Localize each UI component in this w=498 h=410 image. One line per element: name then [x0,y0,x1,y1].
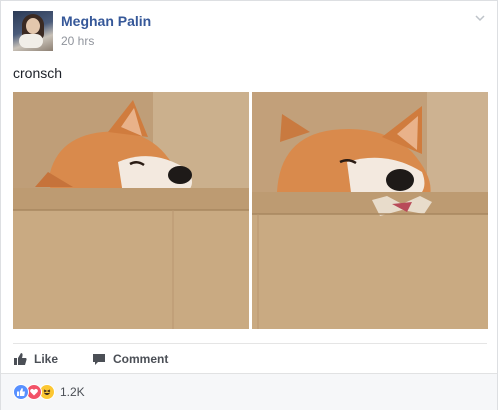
post-header: Meghan Palin 20 hrs [13,11,487,53]
like-icon [13,384,29,400]
comment-bubble-icon [93,354,105,365]
reaction-count: 1.2K [60,385,85,399]
reactions-footer: 1.2K [1,373,497,410]
post-card: Meghan Palin 20 hrs cronsch Like Comment… [0,0,498,410]
post-photo-1[interactable] [13,92,249,329]
post-text: cronsch [13,65,63,81]
avatar[interactable] [13,11,53,51]
comment-label: Comment [113,352,169,366]
post-options-chevron-icon[interactable] [473,11,487,25]
thumbs-up-icon [14,353,27,365]
post-actions-bar: Like Comment [13,343,487,371]
comment-button[interactable]: Comment [92,351,168,367]
reactions-summary[interactable]: 1.2K [13,383,85,401]
like-label: Like [34,352,59,366]
like-button[interactable]: Like [13,351,58,367]
post-photo-2[interactable] [252,92,488,329]
post-timestamp[interactable]: 20 hrs [61,34,94,48]
author-name[interactable]: Meghan Palin [61,13,151,29]
